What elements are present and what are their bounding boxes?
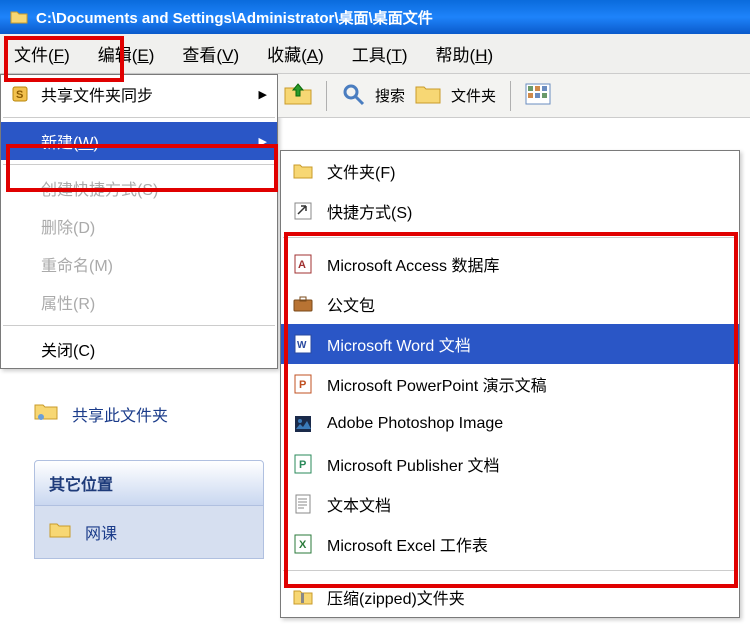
submenu-arrow-icon: ▶ [259,88,267,101]
window-title-bar: C:\Documents and Settings\Administrator\… [0,0,750,34]
menu-favorites[interactable]: 收藏(A) [267,41,324,66]
folder-icon [49,521,71,544]
menu-separator [3,117,275,118]
toolbar-separator [326,81,327,111]
text-file-icon [293,494,313,514]
new-submenu: 文件夹(F) 快捷方式(S) A Microsoft Access 数据库 公文… [280,150,740,618]
submenu-item-powerpoint[interactable]: P Microsoft PowerPoint 演示文稿 [281,364,739,404]
submenu-item-label: Microsoft PowerPoint 演示文稿 [327,372,547,396]
submenu-item-text[interactable]: 文本文档 [281,484,739,524]
task-share-folder[interactable]: 共享此文件夹 [34,397,278,430]
other-place-item[interactable]: 网课 [49,520,249,544]
submenu-item-word[interactable]: W Microsoft Word 文档 [281,324,739,364]
svg-text:A: A [298,259,306,271]
toolbar: 搜索 文件夹 [278,74,750,118]
submenu-item-access[interactable]: A Microsoft Access 数据库 [281,244,739,284]
excel-icon: X [293,534,313,554]
menu-item-create-shortcut: 创建快捷方式(S) [1,169,277,207]
svg-text:X: X [299,539,307,551]
menu-item-rename: 重命名(M) [1,245,277,283]
toolbar-folders-label[interactable]: 文件夹 [451,85,496,106]
submenu-item-publisher[interactable]: P Microsoft Publisher 文档 [281,444,739,484]
menu-item-label: 共享文件夹同步 [41,82,153,106]
folders-icon[interactable] [415,83,441,109]
folder-icon [293,161,313,181]
search-icon[interactable] [341,82,365,110]
menu-item-delete: 删除(D) [1,207,277,245]
other-places-header[interactable]: 其它位置 [34,460,264,506]
svg-text:P: P [299,459,306,471]
menu-file[interactable]: 文件(F) [14,41,70,66]
folder-icon [10,9,28,25]
submenu-item-label: 文本文档 [327,492,391,516]
window-title-text: C:\Documents and Settings\Administrator\… [36,7,433,28]
powerpoint-icon: P [293,374,313,394]
menu-item-label: 属性(R) [41,290,95,314]
submenu-item-folder[interactable]: 文件夹(F) [281,151,739,191]
submenu-item-label: Adobe Photoshop Image [327,415,503,433]
svg-text:S: S [16,89,23,101]
submenu-item-label: Microsoft Access 数据库 [327,252,499,276]
menu-separator [283,570,737,571]
menu-item-new[interactable]: 新建(W) ▶ [1,122,277,160]
menu-separator [3,164,275,165]
other-place-label: 网课 [85,520,117,544]
submenu-item-excel[interactable]: X Microsoft Excel 工作表 [281,524,739,564]
submenu-item-label: 文件夹(F) [327,159,395,183]
svg-text:W: W [297,340,307,351]
submenu-item-label: Microsoft Publisher 文档 [327,452,500,476]
photoshop-icon [293,414,313,434]
file-menu-dropdown: S 共享文件夹同步 ▶ 新建(W) ▶ 创建快捷方式(S) 删除(D) 重命名(… [0,74,278,369]
up-icon[interactable] [284,80,312,112]
menu-edit[interactable]: 编辑(E) [98,41,155,66]
other-places-body: 网课 [34,506,264,559]
submenu-item-label: 公文包 [327,292,375,316]
tasks-pane: 共享此文件夹 其它位置 网课 [34,397,278,559]
menu-item-label: 新建(W) [41,129,99,153]
publisher-icon: P [293,454,313,474]
submenu-item-photoshop[interactable]: Adobe Photoshop Image [281,404,739,444]
share-folder-icon [34,401,58,426]
menu-separator [3,325,275,326]
menu-help[interactable]: 帮助(H) [436,41,494,66]
submenu-item-label: 快捷方式(S) [327,199,412,223]
submenu-item-shortcut[interactable]: 快捷方式(S) [281,191,739,231]
submenu-item-briefcase[interactable]: 公文包 [281,284,739,324]
menu-view[interactable]: 查看(V) [182,41,239,66]
panel-header-label: 其它位置 [49,477,113,494]
menu-tools[interactable]: 工具(T) [352,41,408,66]
menu-item-properties: 属性(R) [1,283,277,321]
access-icon: A [293,254,313,274]
menu-item-label: 重命名(M) [41,252,113,276]
share-sync-icon: S [11,85,29,103]
submenu-item-zip[interactable]: 压缩(zipped)文件夹 [281,577,739,617]
menu-item-label: 删除(D) [41,214,95,238]
menu-item-label: 创建快捷方式(S) [41,176,158,200]
menu-bar: 文件(F) 编辑(E) 查看(V) 收藏(A) 工具(T) 帮助(H) [0,34,750,74]
word-icon: W [293,334,313,354]
submenu-arrow-icon: ▶ [259,135,267,148]
submenu-item-label: Microsoft Word 文档 [327,332,471,356]
briefcase-icon [293,294,313,314]
submenu-item-label: 压缩(zipped)文件夹 [327,585,465,609]
zip-folder-icon [293,587,313,607]
shortcut-icon [293,201,313,221]
task-label: 共享此文件夹 [72,402,168,426]
svg-text:P: P [299,379,306,391]
submenu-item-label: Microsoft Excel 工作表 [327,532,488,556]
toolbar-search-label[interactable]: 搜索 [375,85,405,106]
menu-item-label: 关闭(C) [41,337,95,361]
menu-item-close[interactable]: 关闭(C) [1,330,277,368]
toolbar-separator [510,81,511,111]
menu-item-share-sync[interactable]: S 共享文件夹同步 ▶ [1,75,277,113]
menu-separator [283,237,737,238]
view-mode-icon[interactable] [525,83,551,109]
